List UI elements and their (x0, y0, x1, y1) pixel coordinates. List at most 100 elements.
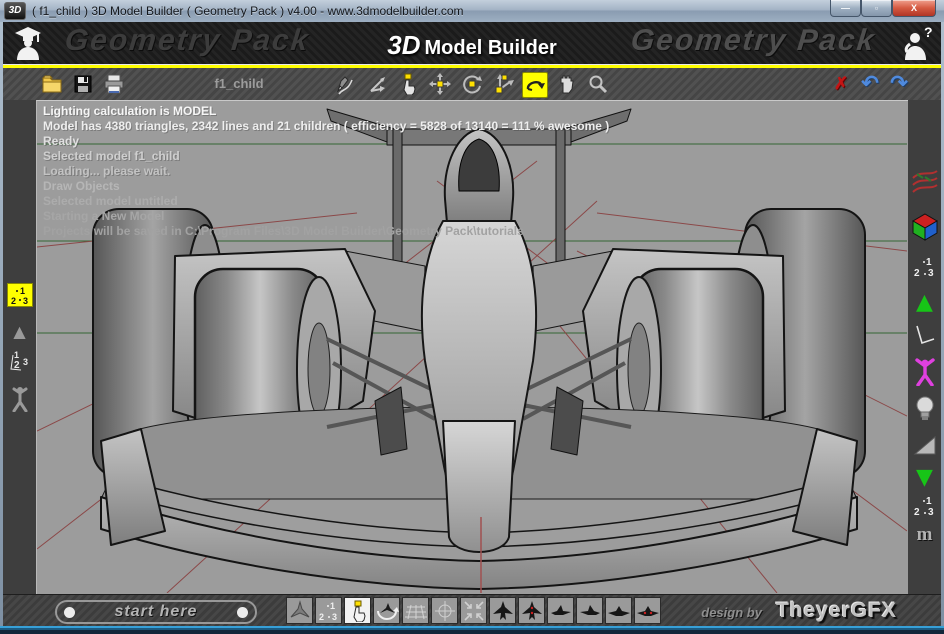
triangle-down-green-tool[interactable]: ▼ (916, 467, 933, 489)
jet-front-icon (607, 599, 631, 623)
save-button[interactable] (71, 72, 95, 96)
numbered-points-button[interactable]: 123 (315, 597, 342, 624)
rnum-2: 2 (914, 268, 920, 279)
pan-hand-button[interactable] (555, 72, 579, 96)
graduate-icon (13, 26, 43, 64)
minimize-icon: — (841, 3, 850, 13)
arrows-center-button[interactable] (460, 597, 487, 624)
letter-m-icon: m (917, 524, 933, 545)
header-banner: Geometry Pack Geometry Pack 3DModel Buil… (3, 22, 941, 64)
rnum-b1: 1 (926, 496, 932, 507)
status-line: Ready (43, 134, 609, 149)
brand-logo[interactable]: TheyerGFX (776, 599, 897, 623)
select-hand-button[interactable] (396, 72, 420, 96)
status-line: Draw Objects (43, 179, 609, 194)
app-title-3d: 3D (387, 30, 420, 60)
jet-side-right-button[interactable] (576, 597, 603, 624)
jet-gray-icon (288, 599, 312, 623)
triangle-up-tool[interactable]: ▲ (13, 323, 25, 341)
undo-button[interactable]: ↶ (858, 72, 882, 96)
right-triangle-tool[interactable] (913, 434, 937, 461)
ground-grid-button[interactable] (402, 597, 429, 624)
help-icon[interactable]: ? (901, 26, 933, 64)
crosshair-target-button[interactable] (431, 597, 458, 624)
bottom-bar: start here 123 design by TheyerGFX (3, 594, 941, 627)
numbered-points-top-tool[interactable]: 123 (912, 254, 938, 285)
start-here-label: start here (115, 603, 198, 621)
app-icon-label: 3D (9, 5, 22, 16)
scale-button[interactable] (492, 72, 516, 96)
numbered-points-badge-icon: 123 (8, 284, 32, 306)
app-title-rest: Model Builder (425, 37, 557, 59)
window-frame-bottom (0, 626, 944, 634)
rotate-button[interactable] (460, 72, 484, 96)
left-tool-rail: 123 ▲ 123 (3, 100, 36, 594)
letter-m-tool[interactable]: m (917, 526, 933, 544)
jet-front-view-button[interactable] (605, 597, 632, 624)
rgb-cube-tool[interactable] (912, 213, 938, 246)
rnum-1: 1 (926, 257, 932, 268)
axes-icon (367, 73, 389, 95)
rotate-icon (461, 73, 483, 95)
draw-pen-button[interactable] (333, 72, 357, 96)
numbered-points-icon: 123 (8, 349, 32, 373)
folder-icon (41, 73, 63, 95)
jet-rotate-button[interactable] (373, 597, 400, 624)
bottom-toolbar: 123 (286, 597, 661, 624)
numbered-points-tool[interactable]: 123 (8, 349, 32, 378)
angle-line-icon (913, 323, 937, 349)
main-toolbar: f1_child ✗ ↶ ↷ (3, 68, 941, 101)
numbered-points-small-icon: 123 (317, 599, 341, 623)
outline-number-2: 2 (14, 360, 20, 371)
print-button[interactable] (102, 72, 126, 96)
status-line: Selected model untitled (43, 194, 609, 209)
jet-side-right-icon (578, 599, 602, 623)
jet-side-left-button[interactable] (547, 597, 574, 624)
select-hand-bottom-button[interactable] (344, 597, 371, 624)
axes-button[interactable] (366, 72, 390, 96)
person-magenta-tool[interactable] (913, 358, 937, 391)
title-bar[interactable]: 3D ( f1_child ) 3D Model Builder ( Geome… (0, 0, 944, 23)
status-line: Lighting calculation is MODEL (43, 104, 609, 119)
rotate-view-button[interactable] (522, 72, 548, 98)
delete-button[interactable]: ✗ (829, 72, 853, 96)
app-title: 3DModel Builder (3, 30, 941, 61)
status-line: Loading... please wait. (43, 164, 609, 179)
numbered-points-bottom-icon: 123 (912, 493, 938, 519)
jet-rotate-icon (375, 599, 399, 623)
numbered-points-bottom-tool[interactable]: 123 (912, 493, 938, 524)
outline-number-1: 1 (14, 350, 19, 360)
jet-model-button[interactable] (286, 597, 313, 624)
bnum-3: 3 (332, 612, 337, 622)
rnum-b2: 2 (914, 507, 920, 518)
jet-front-marked-button[interactable] (634, 597, 661, 624)
maximize-button[interactable]: ▫ (861, 0, 892, 17)
jet-top-view-button[interactable] (489, 597, 516, 624)
minimize-button[interactable]: — (830, 0, 861, 17)
status-line: Model has 4380 triangles, 2342 lines and… (43, 119, 609, 134)
select-hand-bottom-icon (347, 600, 369, 622)
move-button[interactable] (428, 72, 452, 96)
triangle-up-green-tool[interactable]: ▲ (916, 291, 933, 315)
triangle-down-green-icon: ▼ (916, 465, 933, 490)
start-here-button[interactable]: start here (55, 600, 257, 624)
viewport-3d[interactable]: Lighting calculation is MODEL Model has … (36, 100, 908, 594)
light-bulb-icon (913, 395, 937, 423)
app-icon: 3D (4, 2, 26, 20)
redo-button[interactable]: ↷ (887, 72, 911, 96)
numbered-points-badge[interactable]: 123 (7, 283, 33, 307)
open-folder-button[interactable] (40, 72, 64, 96)
current-model-name: f1_child (189, 76, 289, 91)
person-model-tool[interactable] (9, 386, 31, 417)
rnum-b3: 3 (928, 507, 934, 518)
sketch-lines-tool[interactable] (911, 168, 939, 203)
zoom-button[interactable] (586, 72, 610, 96)
status-message-log: Lighting calculation is MODEL Model has … (43, 104, 609, 239)
close-button[interactable]: X (892, 0, 936, 17)
jet-top-marked-button[interactable] (518, 597, 545, 624)
numbered-points-top-icon: 123 (912, 254, 938, 280)
light-bulb-tool[interactable] (913, 395, 937, 428)
oval-dot-right (237, 607, 248, 618)
outline-number-3: 3 (23, 357, 28, 367)
angle-line-tool[interactable] (913, 323, 937, 354)
